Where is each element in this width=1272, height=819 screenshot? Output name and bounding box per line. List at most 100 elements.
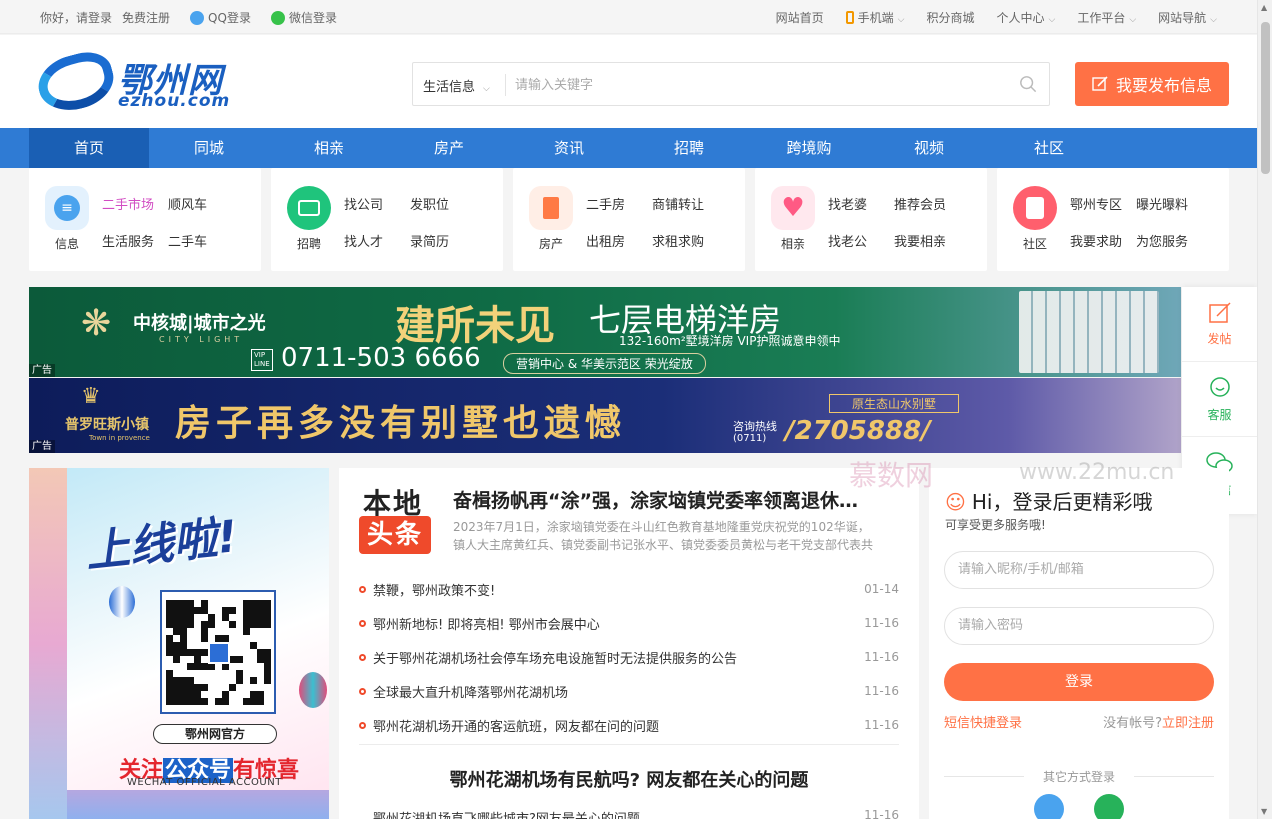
register-now-link[interactable]: 立即注册 [1162,716,1214,731]
site-logo[interactable]: 鄂州网 ezhou.com [32,46,248,118]
top-bar: 你好，请登录 免费注册 QQ登录 微信登录 网站首页 手机端 ⌵ 积分商城 个人中… [0,0,1257,34]
category-link[interactable]: 找公司 [344,194,410,213]
qr-cell [180,684,187,691]
scroll-down-icon[interactable]: ▼ [1261,807,1267,816]
qr-cell [243,614,250,621]
category-link[interactable]: 找老公 [828,231,894,250]
banner-brand-en: Town in provence [89,434,150,442]
qr-cell [250,691,257,698]
qr-cell [243,621,250,628]
chevron-down-icon: ⌵ [897,15,905,25]
news-item[interactable]: 禁鞭，鄂州政策不变! 01-14 [359,572,899,606]
category-link[interactable]: 鄂州专区 [1070,194,1136,213]
nav-item-video[interactable]: 视频 [869,128,989,168]
category-link[interactable]: 找人才 [344,231,410,250]
float-service-button[interactable]: 客服 [1182,362,1257,437]
banner-hotline: /2705888/ [785,416,931,446]
category-link[interactable]: 录简历 [410,231,476,250]
login-subtitle: 可享受更多服务哦! [945,518,1046,532]
nav-item-news[interactable]: 资讯 [509,128,629,168]
category-link[interactable]: 二手车 [168,231,234,250]
site-nav-menu[interactable]: 网站导航 ⌵ [1158,9,1217,26]
category-link[interactable]: 二手市场 [102,194,168,213]
nav-item-dating[interactable]: 相亲 [269,128,389,168]
info-chat-icon[interactable]: ≡ [45,186,89,230]
briefcase-icon[interactable] [287,186,331,230]
search-icon[interactable] [1019,75,1037,93]
news-item[interactable]: 鄂州花湖机场开通的客运航班，网友都在问的问题 11-16 [359,708,899,742]
qr-cell [173,677,180,684]
qr-cell [243,600,250,607]
news-item[interactable]: 全球最大直升机降落鄂州花湖机场 11-16 [359,674,899,708]
news-item[interactable]: 关于鄂州花湖机场社会停车场充电设施暂时无法提供服务的公告 11-16 [359,640,899,674]
nav-item-home[interactable]: 首页 [29,128,149,168]
qr-cell [194,663,201,670]
category-link[interactable]: 推荐会员 [894,194,960,213]
page-scrollbar[interactable]: ▲ ▼ [1257,0,1272,819]
qr-cell [166,600,173,607]
qr-cell [166,649,173,656]
heart-icon[interactable]: ♥ [771,186,815,230]
category-link[interactable]: 我要相亲 [894,231,960,250]
scroll-thumb[interactable] [1261,22,1270,174]
nav-item-jobs[interactable]: 招聘 [629,128,749,168]
lead-news-title[interactable]: 奋楫扬帆再“涂”强，涂家垴镇党委率领离退休… [453,486,893,513]
category-link[interactable]: 求租求购 [652,231,718,250]
site-home-link[interactable]: 网站首页 [776,9,824,26]
category-link[interactable]: 出租房 [586,231,652,250]
login-button[interactable]: 登录 [944,663,1214,701]
float-post-button[interactable]: 发帖 [1182,287,1257,362]
second-headline[interactable]: 鄂州花湖机场有民航吗? 网友都在关心的问题 [359,766,899,792]
qr-cell [180,621,187,628]
qr-code [162,592,274,712]
qr-cell [187,600,194,607]
search-category-select[interactable]: 生活信息 ⌵ [423,76,490,95]
chat-bubble-icon [1209,376,1230,397]
qq-login-icon[interactable] [1034,794,1064,819]
mobile-link[interactable]: 手机端 ⌵ [845,9,905,26]
points-mall-link[interactable]: 积分商城 [926,9,974,26]
personal-center-menu[interactable]: 个人中心 ⌵ [996,9,1055,26]
qr-cell [173,614,180,621]
username-input[interactable] [958,562,1198,577]
qq-login-link[interactable]: QQ登录 [190,9,251,26]
category-link[interactable]: 商铺转让 [652,194,718,213]
nav-item-community[interactable]: 社区 [989,128,1109,168]
scroll-up-icon[interactable]: ▲ [1261,3,1267,12]
category-link[interactable]: 二手房 [586,194,652,213]
login-link[interactable]: 请登录 [76,11,112,25]
qr-cell [222,607,229,614]
ad-banner-city-light[interactable]: ❋ 中核城|城市之光 CITY LIGHT 建所未见 七层电梯洋房 132-16… [29,287,1181,377]
sms-login-link[interactable]: 短信快捷登录 [944,712,1022,731]
qr-cell [264,677,271,684]
qr-cell [229,684,236,691]
news-item[interactable]: 鄂州新地标! 即将亮相! 鄂州市会展中心 11-16 [359,606,899,640]
nav-item-crossborder[interactable]: 跨境购 [749,128,869,168]
category-link[interactable]: 找老婆 [828,194,894,213]
nav-item-property[interactable]: 房产 [389,128,509,168]
nav-item-city[interactable]: 同城 [149,128,269,168]
wechat-login-icon[interactable] [1094,794,1124,819]
password-input[interactable] [958,618,1198,633]
register-link[interactable]: 免费注册 [122,9,170,26]
ad-banner-provence-town[interactable]: ♛ 普罗旺斯小镇 Town in provence 房子再多没有别墅也遗憾 原生… [29,378,1181,453]
qr-cell [222,614,229,621]
qr-cell [201,649,208,656]
category-link[interactable]: 曝光曝料 [1136,194,1202,213]
wechat-promo-poster[interactable]: 上线啦! 鄂州网官方 关注公众号有惊喜 WECHAT OFFICIAL ACCO… [29,468,329,819]
category-link[interactable]: 我要求助 [1070,231,1136,250]
work-platform-menu[interactable]: 工作平台 ⌵ [1077,9,1136,26]
wechat-login-link[interactable]: 微信登录 [270,9,337,26]
news-item[interactable]: 鄂州花湖机场直飞哪些城市?网友最关心的问题11-16 [359,808,899,819]
building-icon[interactable] [529,186,573,230]
search-input[interactable] [515,73,995,97]
community-icon[interactable] [1013,186,1057,230]
qr-cell [187,607,194,614]
publish-info-button[interactable]: 我要发布信息 [1075,62,1229,106]
category-link[interactable]: 顺风车 [168,194,234,213]
qr-cell [257,649,264,656]
category-link[interactable]: 生活服务 [102,231,168,250]
bullet-icon [359,687,366,695]
category-link[interactable]: 发职位 [410,194,476,213]
category-link[interactable]: 为您服务 [1136,231,1202,250]
